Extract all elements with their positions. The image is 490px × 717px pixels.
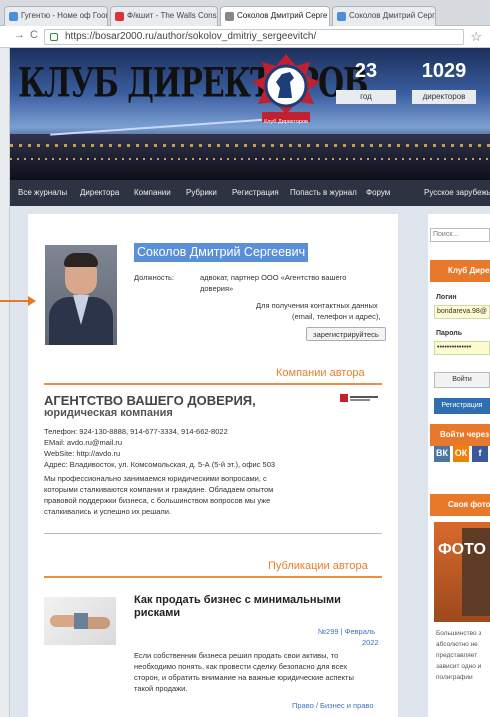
password-input[interactable]: ••••••••••••••	[434, 341, 490, 355]
company-name[interactable]: АГЕНТСТВО ВАШЕГО ДОВЕРИЯ,	[44, 393, 256, 408]
browser-window: Гугентю - Номе оф Гоогле Ф/кшит - The Wa…	[0, 0, 490, 717]
years-count: 23	[354, 60, 378, 82]
site-favicon-icon	[225, 12, 234, 21]
city-skyline	[10, 134, 490, 180]
nav-rubrics[interactable]: Рубрики	[186, 188, 217, 197]
sidebar-register-button[interactable]: Регистрация	[434, 398, 490, 414]
contact-note-line1: Для получения контактных данных	[256, 301, 378, 310]
banner-word: ФОТО	[438, 542, 486, 558]
publication-title-line1: Как продать бизнес с минимальными	[134, 594, 341, 606]
register-button[interactable]: зарегистрируйтесь	[306, 327, 386, 341]
login-label: Логин	[436, 294, 457, 301]
content-divider	[44, 533, 382, 534]
company-website: WebSite: http://avdo.ru	[44, 449, 121, 458]
company-desc-line3: правовой поддержки бизнеса, с большинств…	[44, 496, 271, 505]
photo-studio-banner[interactable]: ФОТО	[434, 522, 490, 622]
tab-active-profile[interactable]: Соколов Дмитрий Серге	[220, 6, 330, 26]
tab-bar: Гугентю - Номе оф Гоогле Ф/кшит - The Wa…	[0, 0, 490, 26]
publication-issue-link[interactable]: №299 | Февраль	[318, 627, 375, 636]
tab-youtube[interactable]: Ф/кшит - The Walls Consul	[110, 6, 218, 26]
directors-count: 1029	[421, 60, 467, 82]
social-login-title: Войти через	[430, 424, 490, 446]
tab-label: Соколов Дмитрий Сергеевич	[349, 11, 435, 20]
left-panel-strip	[0, 0, 10, 717]
publication-text-line1: Если собственник бизнеса решил продать с…	[134, 651, 339, 660]
tab-google-search[interactable]: Соколов Дмитрий Сергеевич	[332, 6, 436, 26]
publication-text-line4: такой продажи.	[134, 684, 188, 693]
author-name: Соколов Дмитрий Сергеевич	[134, 243, 309, 262]
lock-icon	[50, 33, 58, 41]
nav-forum[interactable]: Форум	[366, 188, 390, 197]
google-favicon-icon	[9, 12, 18, 21]
publication-title-line2: рисками	[134, 607, 181, 619]
google-favicon-icon	[337, 12, 346, 21]
company-desc-line1: Мы профессионально занимаемся юридически…	[44, 474, 267, 483]
photo-text-line2: абсолютно не	[436, 641, 478, 648]
emblem-caption: Клуб Директоров	[264, 119, 308, 125]
nav-all-journals[interactable]: Все журналы	[18, 188, 67, 197]
company-desc-line4: сталкивались и успешно их решали.	[44, 507, 172, 516]
publication-year: 2022	[362, 638, 379, 647]
nav-russian-abroad[interactable]: Русское зарубежье	[424, 188, 490, 197]
login-button[interactable]: Войти	[434, 372, 490, 388]
publication-tags-link[interactable]: Право / Бизнес и право	[292, 701, 374, 710]
password-label: Пароль	[436, 330, 463, 337]
photo-text-line5: полиграфии	[436, 674, 473, 681]
thumb-object	[74, 613, 88, 629]
photo-text-line3: представляет	[436, 652, 478, 659]
sidebar-search-input[interactable]: Поиск...	[430, 228, 490, 242]
tab-label: Ф/кшит - The Walls Consul	[127, 11, 218, 20]
reload-icon[interactable]: C	[30, 29, 38, 41]
nav-get-in-journal[interactable]: Попасть в журнал	[290, 188, 357, 197]
publication-text-line2: необходимо понять, как провести сделку б…	[134, 662, 348, 671]
position-value-line2: доверия»	[200, 284, 234, 293]
tab-label: Гугентю - Номе оф Гоогле	[21, 11, 108, 20]
publication-text-line3: сторон, и обратить внимание на важные юр…	[134, 673, 354, 682]
sidebar-club-title: Клуб Директоров	[430, 260, 490, 282]
address-bar: → C https://bosar2000.ru/author/sokolov_…	[0, 26, 490, 48]
photo-hair	[64, 253, 98, 267]
forward-arrow-icon[interactable]: →	[14, 29, 25, 41]
directors-label: директоров	[412, 90, 476, 104]
site-logo[interactable]: КЛУБ ДИРЕКТОРОВ	[18, 60, 368, 130]
section-divider	[44, 383, 382, 385]
contact-note-line2: (email, телефон и адрес),	[292, 312, 381, 321]
bookmark-star-icon[interactable]: ☆	[470, 29, 482, 45]
main-navigation: Все журналы Директора Компании Рубрики Р…	[10, 180, 490, 206]
vk-icon[interactable]: ВК	[434, 446, 450, 462]
publication-title[interactable]: Как продать бизнес с минимальными рискам…	[134, 594, 341, 620]
pointer-arrow-icon	[0, 296, 36, 306]
nav-companies[interactable]: Компании	[134, 188, 171, 197]
company-logo-icon	[340, 394, 378, 402]
youtube-favicon-icon	[115, 12, 124, 21]
company-subtitle: юридическая компания	[44, 407, 173, 419]
company-email: EMail: avdo.ru@mail.ru	[44, 438, 123, 447]
company-address: Адрес: Владивосток, ул. Комсомольская, д…	[44, 460, 276, 469]
city-lights	[10, 144, 490, 147]
section-divider	[44, 576, 382, 578]
tab-label: Соколов Дмитрий Серге	[237, 11, 328, 20]
city-lights-lower	[10, 158, 490, 160]
odnoklassniki-icon[interactable]: ОК	[453, 446, 469, 462]
position-label: Должность:	[134, 273, 175, 282]
position-value-line1: адвокат, партнер ООО «Агентство вашего	[200, 273, 347, 282]
company-desc-line2: которыми сталкиваются компании и граждан…	[44, 485, 274, 494]
company-phone: Телефон: 924-130-8888, 914-677-3334, 914…	[44, 427, 228, 436]
author-photo	[45, 245, 117, 345]
nav-registration[interactable]: Регистрация	[232, 188, 279, 197]
nav-directors[interactable]: Директора	[80, 188, 119, 197]
publication-thumbnail[interactable]	[44, 597, 116, 645]
site-header-banner: КЛУБ ДИРЕКТОРОВ Клуб Директоров 23 год 1…	[10, 48, 490, 180]
facebook-icon[interactable]: f	[472, 446, 488, 462]
tab-google[interactable]: Гугентю - Номе оф Гоогле	[4, 6, 108, 26]
company-section-title: Компании автора	[276, 367, 365, 379]
login-input[interactable]: bondareva.98@	[434, 305, 490, 319]
url-input[interactable]: https://bosar2000.ru/author/sokolov_dmit…	[44, 29, 464, 45]
photo-text-line1: Большинство з	[436, 630, 482, 637]
photo-studio-title: Своя фотостудия	[430, 494, 490, 516]
photo-text-line4: зависит одно и	[436, 663, 482, 670]
years-label: год	[336, 90, 396, 104]
publications-section-title: Публикации автора	[268, 560, 368, 572]
